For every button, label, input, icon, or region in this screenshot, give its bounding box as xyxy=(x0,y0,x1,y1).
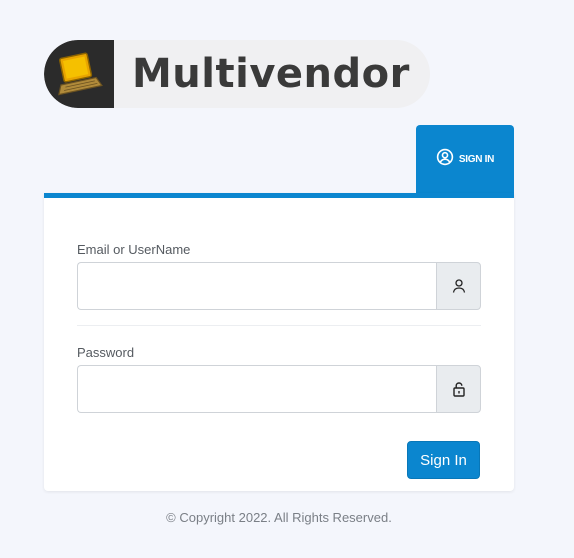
laptop-icon xyxy=(44,40,114,108)
password-input-group xyxy=(77,365,481,413)
form-divider xyxy=(77,325,481,326)
username-label: Email or UserName xyxy=(77,242,191,257)
password-label: Password xyxy=(77,345,135,360)
user-icon xyxy=(436,262,481,310)
sign-in-button[interactable]: Sign In xyxy=(407,441,480,479)
login-card: Email or UserName Password Sign In xyxy=(44,193,514,491)
copyright-text: © Copyright 2022. All Rights Reserved. xyxy=(166,510,392,525)
brand-logo: Multivendor xyxy=(44,40,430,108)
password-input[interactable] xyxy=(77,365,436,413)
user-circle-icon xyxy=(436,148,454,171)
login-page: Multivendor SIGN IN Email or UserName Pa… xyxy=(0,0,574,558)
lock-icon xyxy=(436,365,481,413)
tab-sign-in[interactable]: SIGN IN xyxy=(416,125,514,193)
username-input-group xyxy=(77,262,481,310)
tab-sign-in-label: SIGN IN xyxy=(458,153,495,165)
brand-name: Multivendor xyxy=(132,51,410,97)
username-input[interactable] xyxy=(77,262,436,310)
